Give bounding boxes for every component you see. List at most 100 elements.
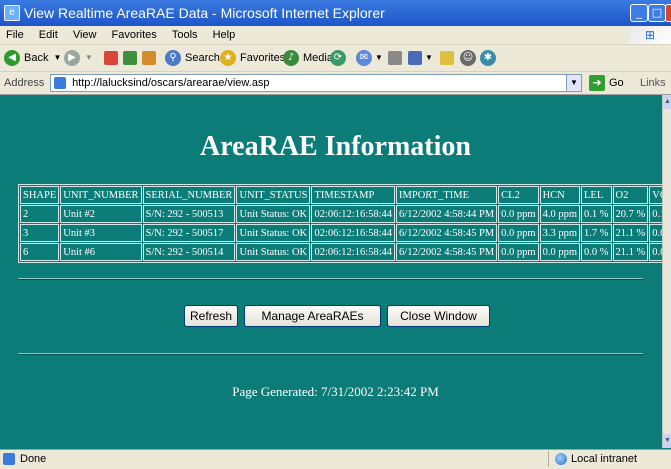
intranet-globe-icon [555,453,567,465]
refresh-button[interactable]: Refresh [184,305,238,327]
forward-dropdown-icon[interactable]: ▼ [85,45,93,71]
discuss-button[interactable] [440,45,454,71]
column-header: UNIT_STATUS [236,186,311,204]
table-cell: Unit #3 [60,224,142,242]
manage-arearaes-button[interactable]: Manage AreaRAEs [244,305,381,327]
messenger-button[interactable]: ☺ [460,45,479,71]
windows-logo-icon: ⊞ [629,26,671,44]
go-button[interactable]: ➜ Go [589,75,624,91]
table-cell: 02:06:12:16:58:44 [311,205,396,223]
address-bar: Address http://lalucksind/oscars/arearae… [0,72,671,95]
table-cell: 0.0 ppm [539,243,580,261]
table-cell: 0.0 % [581,243,612,261]
security-zone: Local intranet [548,451,671,467]
refresh-toolbar-button[interactable] [123,45,137,71]
menu-tools[interactable]: Tools [166,26,204,44]
address-dropdown-icon[interactable]: ▼ [566,75,581,91]
search-icon: ⚲ [165,50,181,66]
table-cell: Unit Status: OK [236,205,311,223]
column-header: O2 [612,186,649,204]
table-cell: 6/12/2002 4:58:45 PM [396,224,498,242]
search-button[interactable]: ⚲ Search [165,45,220,71]
menu-favorites[interactable]: Favorites [106,26,163,44]
window-title: View Realtime AreaRAE Data - Microsoft I… [24,5,385,21]
menu-help[interactable]: Help [207,26,242,44]
table-cell: 20.7 % [612,205,649,223]
back-arrow-icon: ◀ [4,50,20,66]
edit-icon [408,51,422,65]
minimize-button[interactable]: _ [630,4,648,22]
links-button[interactable]: Links [640,72,666,94]
back-dropdown-icon[interactable]: ▼ [53,45,61,71]
table-cell: 02:06:12:16:58:44 [311,243,396,261]
table-cell: Unit Status: OK [236,224,311,242]
ie-icon: e [4,5,20,21]
column-header: SHAPE [20,186,60,204]
column-header: UNIT_NUMBER [60,186,142,204]
page-icon [54,77,66,89]
menu-edit[interactable]: Edit [33,26,64,44]
forward-button[interactable]: ▶ ▼ [64,45,93,71]
history-button[interactable]: ⟳ [330,45,349,71]
refresh-icon [123,51,137,65]
mail-button[interactable]: ✉ ▼ [356,45,383,71]
table-cell: 21.1 % [612,243,649,261]
media-icon: ♪ [283,50,299,66]
table-cell: S/N: 292 - 500513 [142,205,236,223]
table-cell: Unit #2 [60,205,142,223]
vertical-scrollbar[interactable]: ▲ ▼ [662,95,671,448]
table-row: 2 Unit #2 S/N: 292 - 500513 Unit Status:… [20,205,671,223]
table-cell: 3 [20,224,60,242]
table-cell: 0.0 ppm [498,224,539,242]
table-row: 3 Unit #3 S/N: 292 - 500517 Unit Status:… [20,224,671,242]
back-button[interactable]: ◀ Back ▼ [4,45,61,71]
table-cell: 6/12/2002 4:58:44 PM [396,205,498,223]
home-icon [142,51,156,65]
close-window-page-button[interactable]: Close Window [387,305,490,327]
address-label: Address [4,77,45,89]
divider [18,353,643,355]
zone-label: Local intranet [571,453,638,465]
scroll-down-icon[interactable]: ▼ [663,434,671,448]
table-cell: Unit Status: OK [236,243,311,261]
maximize-button[interactable]: □ [648,4,666,22]
column-header: LEL [581,186,612,204]
table-cell: 0.0 ppm [498,243,539,261]
column-header: HCN [539,186,580,204]
page-content: AreaRAE Information SHAPE UNIT_NUMBER SE… [0,95,671,448]
edit-button[interactable]: ▼ [408,45,433,71]
status-text: Done [20,453,47,465]
favorites-button[interactable]: ★ Favorites [220,45,285,71]
messenger-icon: ☺ [460,50,476,66]
arearae-table: SHAPE UNIT_NUMBER SERIAL_NUMBER UNIT_STA… [18,184,671,263]
close-window-button[interactable] [665,4,671,22]
table-cell: 21.1 % [612,224,649,242]
discuss-icon [440,51,454,65]
media-button[interactable]: ♪ Media [283,45,333,71]
table-cell: 2 [20,205,60,223]
home-button[interactable] [142,45,156,71]
menu-file[interactable]: File [0,26,30,44]
mail-icon: ✉ [356,50,372,66]
divider [18,278,643,280]
table-cell: 3.3 ppm [539,224,580,242]
column-header: CL2 [498,186,539,204]
print-icon [388,51,402,65]
stop-button[interactable] [104,45,118,71]
scroll-up-icon[interactable]: ▲ [663,95,671,109]
table-cell: 4.0 ppm [539,205,580,223]
page-heading: AreaRAE Information [200,131,471,162]
menu-view[interactable]: View [67,26,103,44]
table-cell: S/N: 292 - 500514 [142,243,236,261]
print-button[interactable] [388,45,402,71]
table-cell: Unit #6 [60,243,142,261]
star-icon: ★ [220,50,236,66]
status-bar: Done Local intranet [0,449,671,469]
research-button[interactable]: ✱ [480,45,499,71]
page-generated-text: Page Generated: 7/31/2002 2:23:42 PM [232,384,439,399]
forward-arrow-icon: ▶ [64,50,80,66]
title-bar[interactable]: e View Realtime AreaRAE Data - Microsoft… [0,0,671,26]
address-input[interactable]: http://lalucksind/oscars/arearae/view.as… [50,74,582,92]
column-header: IMPORT_TIME [396,186,498,204]
address-url[interactable]: http://lalucksind/oscars/arearae/view.as… [72,77,270,89]
